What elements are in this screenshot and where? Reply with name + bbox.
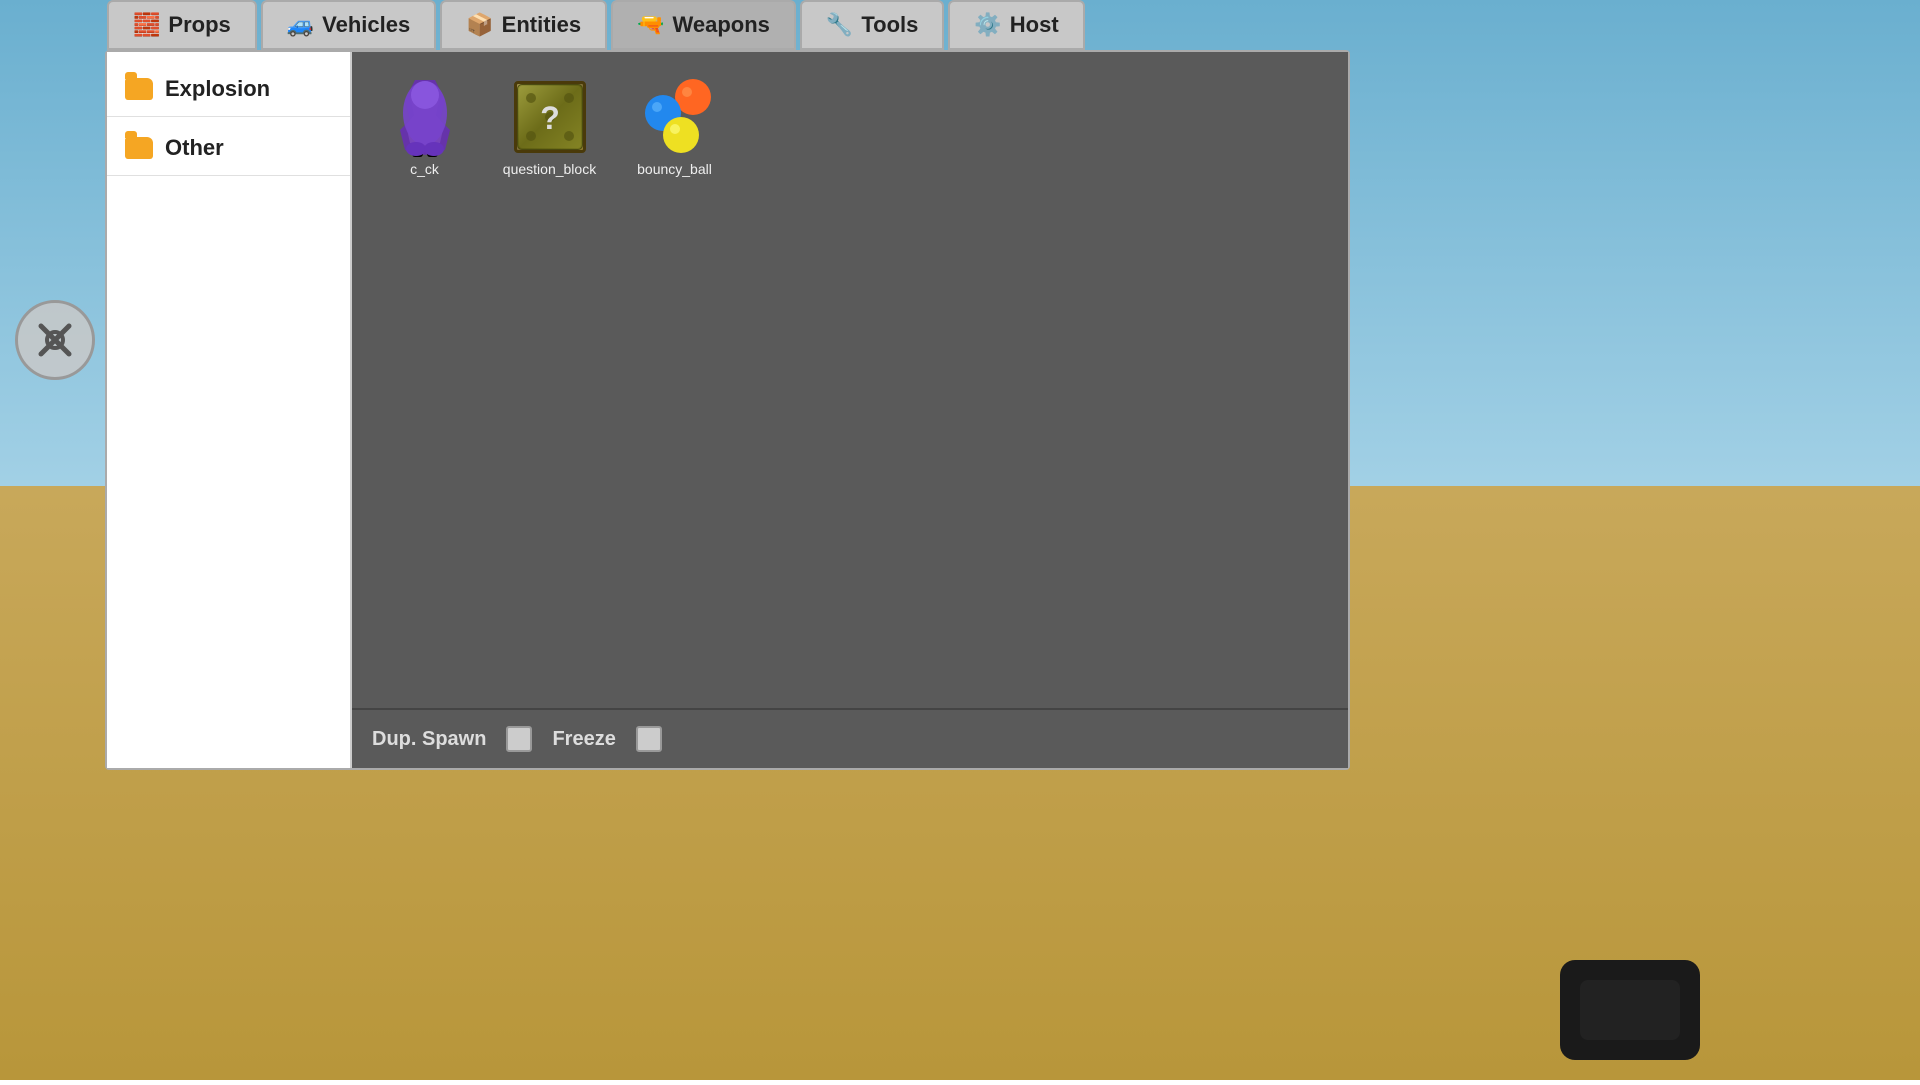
c-ck-preview (375, 77, 475, 157)
entities-icon: 📦 (466, 12, 493, 38)
host-icon: ⚙️ (974, 12, 1001, 38)
tab-bar: 🧱 Props 🚙 Vehicles 📦 Entities 🔫 Weapons … (107, 0, 1089, 50)
tab-weapons-label: Weapons (673, 12, 770, 38)
question-block-preview: ? (500, 77, 600, 157)
bouncy-ball-preview (625, 77, 725, 157)
c-ck-label: c_ck (410, 161, 439, 177)
question-block-label: question_block (503, 161, 596, 177)
svg-text:?: ? (540, 100, 560, 136)
tab-tools-label: Tools (861, 12, 918, 38)
tab-weapons[interactable]: 🔫 Weapons (611, 0, 796, 50)
freeze-checkbox[interactable] (636, 726, 662, 752)
props-icon: 🧱 (133, 12, 160, 38)
sidebar: Explosion Other (107, 52, 352, 768)
folder-icon-other (125, 137, 153, 159)
tab-host[interactable]: ⚙️ Host (948, 0, 1084, 50)
tab-entities[interactable]: 📦 Entities (440, 0, 607, 50)
dup-spawn-checkbox[interactable] (506, 726, 532, 752)
bouncy-ball-label: bouncy_ball (637, 161, 712, 177)
sidebar-label-explosion: Explosion (165, 76, 270, 102)
grid-item-c-ck[interactable]: c_ck (367, 67, 482, 187)
question-block-visual: ? (514, 81, 586, 153)
tools-overlay-icon[interactable] (15, 300, 95, 380)
main-panel: 🧱 Props 🚙 Vehicles 📦 Entities 🔫 Weapons … (105, 50, 1350, 770)
bottom-bar: Dup. Spawn Freeze (352, 708, 1348, 768)
tab-vehicles-label: Vehicles (322, 12, 410, 38)
tab-entities-label: Entities (502, 12, 581, 38)
freeze-label: Freeze (552, 728, 615, 751)
sidebar-item-explosion[interactable]: Explosion (107, 62, 350, 117)
dup-spawn-label: Dup. Spawn (372, 728, 486, 751)
sidebar-label-other: Other (165, 135, 224, 161)
content-area: Explosion Other (107, 52, 1348, 768)
grid-content: c_ck (367, 67, 1333, 187)
vehicles-icon: 🚙 (287, 12, 314, 38)
tools-icon-tab: 🔧 (826, 12, 853, 38)
weapons-icon: 🔫 (637, 12, 664, 38)
tab-host-label: Host (1010, 12, 1059, 38)
tab-vehicles[interactable]: 🚙 Vehicles (261, 0, 436, 50)
folder-icon-explosion (125, 78, 153, 100)
items-grid: c_ck (352, 52, 1348, 708)
grid-item-question-block[interactable]: ? question_block (492, 67, 607, 187)
tab-props[interactable]: 🧱 Props (107, 0, 257, 50)
tab-props-label: Props (168, 12, 230, 38)
tab-tools[interactable]: 🔧 Tools (800, 0, 944, 50)
grid-item-bouncy-ball[interactable]: bouncy_ball (617, 67, 732, 187)
sidebar-item-other[interactable]: Other (107, 121, 350, 176)
